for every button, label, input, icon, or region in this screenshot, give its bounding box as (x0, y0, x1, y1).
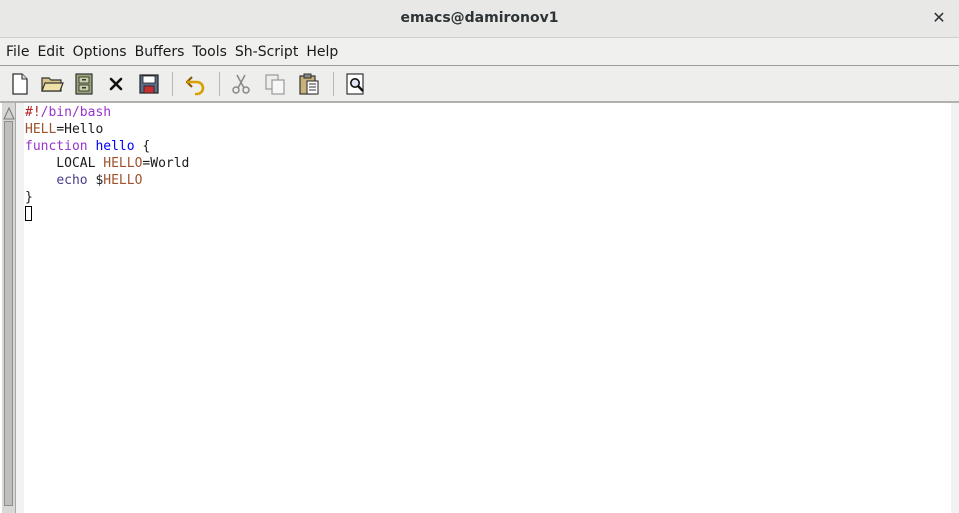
paste-icon[interactable] (297, 72, 321, 96)
code-token: =Hello (56, 122, 104, 137)
window-title: emacs@damironov1 (400, 10, 559, 26)
code-line[interactable]: HELL=Hello (25, 121, 950, 138)
save-icon[interactable] (137, 72, 161, 96)
text-cursor (25, 206, 32, 221)
menu-tools[interactable]: Tools (192, 44, 227, 60)
tool-bar (0, 66, 959, 103)
code-token: /bin/bash (40, 105, 112, 120)
menu-bar: File Edit Options Buffers Tools Sh-Scrip… (0, 38, 959, 66)
code-line[interactable]: echo $HELLO (25, 172, 950, 189)
menu-help[interactable]: Help (306, 44, 338, 60)
cut-icon[interactable] (229, 72, 253, 96)
copy-icon[interactable] (263, 72, 287, 96)
search-icon[interactable] (344, 72, 368, 96)
close-buffer-icon[interactable] (104, 72, 128, 96)
code-token: function (25, 139, 88, 154)
scrollbar-thumb[interactable] (4, 121, 13, 506)
code-token: hello (95, 139, 135, 154)
new-file-icon[interactable] (8, 72, 32, 96)
toolbar-separator (333, 72, 334, 96)
menu-buffers[interactable]: Buffers (135, 44, 185, 60)
left-fringe (16, 103, 24, 513)
code-token: HELL (25, 122, 57, 137)
editor-buffer[interactable]: #!/bin/bash HELL=Hello function hello { LO… (25, 104, 950, 513)
close-window-icon[interactable]: ✕ (929, 8, 949, 28)
menu-options[interactable]: Options (73, 44, 127, 60)
code-line[interactable]: LOCAL HELLO=World (25, 155, 950, 172)
code-line[interactable]: function hello { (25, 138, 950, 155)
code-token: $ (87, 173, 104, 188)
code-token: } (25, 190, 33, 205)
code-token: echo (56, 173, 88, 188)
menu-sh-script[interactable]: Sh-Script (235, 44, 298, 60)
undo-icon[interactable] (183, 72, 207, 96)
scroll-up-arrow-icon[interactable] (3, 105, 15, 120)
vertical-scrollbar[interactable] (2, 103, 16, 513)
code-line[interactable] (25, 206, 950, 223)
dired-icon[interactable] (72, 72, 96, 96)
code-token: { (134, 139, 151, 154)
open-folder-icon[interactable] (40, 72, 64, 96)
toolbar-separator (172, 72, 173, 96)
code-line[interactable]: #!/bin/bash (25, 104, 950, 121)
code-token: #! (25, 105, 41, 120)
right-fringe (951, 103, 959, 513)
code-token: LOCAL (25, 156, 104, 171)
title-bar: emacs@damironov1 ✕ (0, 0, 959, 38)
code-token: =World (142, 156, 190, 171)
code-token: HELLO (103, 156, 143, 171)
code-token: HELLO (103, 173, 143, 188)
code-line[interactable]: } (25, 189, 950, 206)
menu-file[interactable]: File (6, 44, 29, 60)
menu-edit[interactable]: Edit (37, 44, 64, 60)
toolbar-separator (219, 72, 220, 96)
